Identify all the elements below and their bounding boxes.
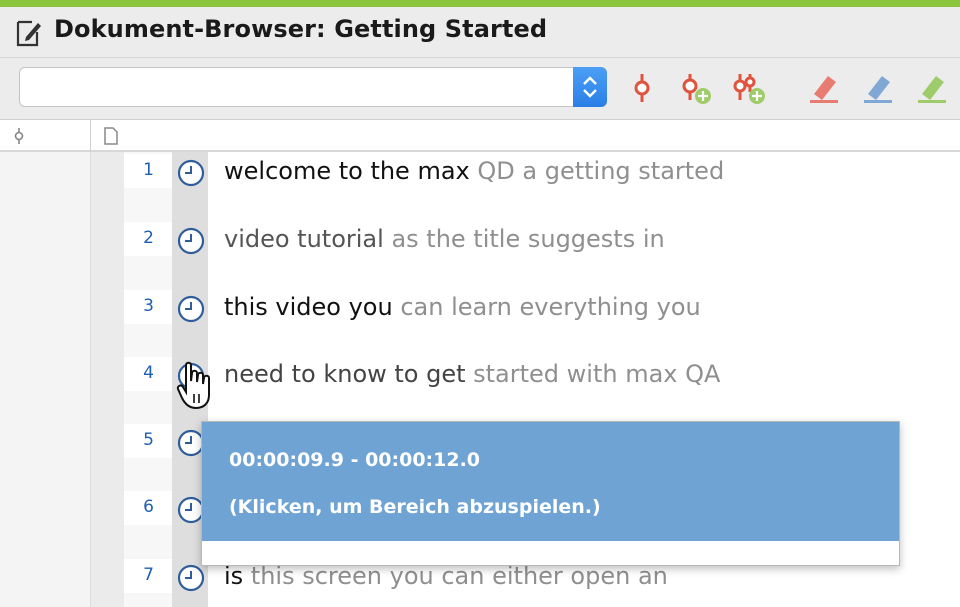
line-number: 4 bbox=[124, 357, 172, 391]
code-memo-icon[interactable] bbox=[624, 70, 660, 106]
transcript-row: 3 this video you can learn everything yo… bbox=[0, 290, 960, 357]
hand-cursor-icon bbox=[176, 361, 210, 410]
transcript-row: 2 video tutorial as the title suggests i… bbox=[0, 222, 960, 289]
transcript-text[interactable]: this video you can learn everything you bbox=[224, 293, 701, 321]
timestamp-clock-icon[interactable] bbox=[176, 158, 206, 188]
add-code-icon[interactable] bbox=[676, 70, 712, 106]
transcript-text[interactable]: video tutorial as the title suggests in bbox=[224, 225, 665, 253]
code-column-icon[interactable] bbox=[10, 126, 28, 146]
transcript-row: 7 is this screen you can either open an bbox=[0, 559, 960, 607]
line-number: 3 bbox=[124, 290, 172, 324]
highlighter-blue-icon[interactable] bbox=[860, 70, 896, 106]
transcript-text[interactable]: welcome to the max QD a getting started bbox=[224, 157, 724, 185]
timestamp-tooltip[interactable]: 00:00:09.9 - 00:00:12.0 (Klicken, um Ber… bbox=[201, 421, 900, 566]
line-number: 5 bbox=[124, 424, 172, 458]
add-subcode-icon[interactable] bbox=[730, 70, 766, 106]
transcript-row: 4 need to know to get started with max Q… bbox=[0, 357, 960, 424]
column-separator[interactable] bbox=[90, 120, 91, 152]
transcript-row: 1 welcome to the max QD a getting starte… bbox=[0, 154, 960, 221]
window-title: Dokument-Browser: Getting Started bbox=[54, 15, 548, 43]
timestamp-clock-icon[interactable] bbox=[176, 563, 206, 593]
line-number: 2 bbox=[124, 222, 172, 256]
column-header bbox=[0, 120, 960, 152]
transcript-text[interactable]: is this screen you can either open an bbox=[224, 562, 668, 590]
window-titlebar: Dokument-Browser: Getting Started bbox=[0, 7, 960, 58]
tooltip-time-range: 00:00:09.9 - 00:00:12.0 bbox=[229, 449, 481, 471]
select-stepper-button[interactable] bbox=[573, 67, 607, 107]
line-number: 7 bbox=[124, 559, 172, 593]
document-select[interactable] bbox=[19, 67, 607, 107]
document-column-icon[interactable] bbox=[102, 126, 120, 146]
timestamp-clock-icon[interactable] bbox=[176, 226, 206, 256]
line-number: 1 bbox=[124, 154, 172, 188]
transcript-text[interactable]: need to know to get started with max QA bbox=[224, 360, 720, 388]
chevron-up-down-icon bbox=[583, 76, 597, 98]
toolbar bbox=[0, 58, 960, 120]
tooltip-hint: (Klicken, um Bereich abzuspielen.) bbox=[229, 496, 601, 518]
timestamp-clock-icon[interactable] bbox=[176, 294, 206, 324]
tooltip-body: 00:00:09.9 - 00:00:12.0 (Klicken, um Ber… bbox=[202, 422, 899, 541]
highlighter-green-icon[interactable] bbox=[914, 70, 950, 106]
highlighter-red-icon[interactable] bbox=[806, 70, 842, 106]
edit-document-icon bbox=[16, 20, 41, 47]
accent-bar bbox=[0, 0, 960, 7]
line-number: 6 bbox=[124, 491, 172, 525]
